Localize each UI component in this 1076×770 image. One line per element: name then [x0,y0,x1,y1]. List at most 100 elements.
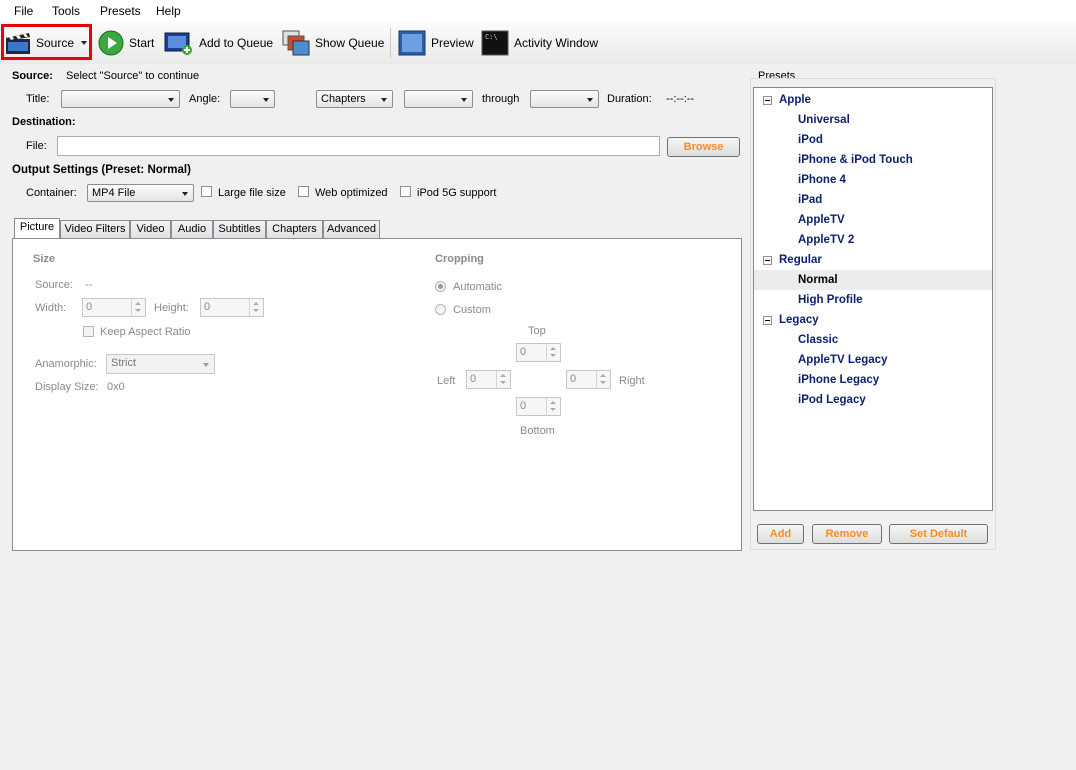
web-optimized-label: Web optimized [315,187,388,199]
crop-automatic-radio[interactable] [435,281,446,292]
chapters-mode-dropdown[interactable]: Chapters [316,90,393,108]
container-dropdown[interactable]: MP4 File [87,184,194,202]
crop-automatic-label: Automatic [453,281,502,293]
large-file-checkbox[interactable] [201,186,212,197]
chapter-start-dropdown[interactable] [404,90,473,108]
crop-custom-radio[interactable] [435,304,446,315]
presets-tree[interactable]: Apple Universal iPod iPhone & iPod Touch… [753,87,993,511]
menu-help[interactable]: Help [156,4,181,18]
preview-button[interactable]: Preview [398,26,474,60]
size-section-title: Size [33,253,56,265]
ipod5g-checkbox[interactable] [400,186,411,197]
crop-custom-label: Custom [453,304,491,316]
title-dropdown[interactable] [61,90,180,108]
svg-text:C:\: C:\ [485,33,498,41]
ipod5g-label: iPod 5G support [417,187,497,199]
large-file-label: Large file size [218,187,286,199]
tab-video-filters[interactable]: Video Filters [60,220,130,238]
source-highlight-frame [1,24,92,60]
size-source-value: -- [85,279,93,291]
crop-bottom-stepper[interactable]: 0 [516,397,561,416]
play-icon [98,30,124,56]
preset-item[interactable]: High Profile [754,290,992,310]
preset-item[interactable]: iPad [754,190,992,210]
crop-left-stepper[interactable]: 0 [466,370,511,389]
anamorphic-dropdown[interactable]: Strict [106,354,215,374]
collapse-icon[interactable] [763,96,772,105]
collapse-icon[interactable] [763,256,772,265]
display-size-value: 0x0 [107,381,125,393]
set-default-button[interactable]: Set Default [889,524,988,544]
crop-top-label: Top [528,325,546,337]
tab-chapters[interactable]: Chapters [266,220,323,238]
angle-label: Angle: [189,93,221,105]
width-stepper[interactable]: 0 [82,298,146,317]
preset-item[interactable]: iPhone & iPod Touch [754,150,992,170]
collapse-icon[interactable] [763,316,772,325]
source-section-label: Source: [12,70,53,82]
preset-item[interactable]: AppleTV [754,210,992,230]
preset-group-legacy[interactable]: Legacy [754,310,992,330]
menu-file[interactable]: File [14,4,33,18]
start-button[interactable]: Start [98,26,154,60]
preset-item[interactable]: Classic [754,330,992,350]
remove-preset-button[interactable]: Remove [812,524,882,544]
cropping-section-title: Cropping [435,253,484,265]
crop-right-label: Right [619,375,645,387]
tab-video[interactable]: Video [130,220,171,238]
show-queue-button[interactable]: Show Queue [282,26,384,60]
menu-presets[interactable]: Presets [100,4,141,18]
anamorphic-label: Anamorphic: [35,358,97,370]
angle-dropdown[interactable] [230,90,275,108]
add-to-queue-button[interactable]: Add to Queue [164,26,273,60]
crop-top-stepper[interactable]: 0 [516,343,561,362]
preset-item[interactable]: iPhone 4 [754,170,992,190]
toolbar-separator [390,28,391,58]
tab-picture[interactable]: Picture [14,218,60,239]
preset-item[interactable]: AppleTV Legacy [754,350,992,370]
keep-aspect-label: Keep Aspect Ratio [100,326,191,338]
preview-window-icon [398,30,426,56]
activity-window-button[interactable]: C:\ Activity Window [481,26,598,60]
crop-right-stepper[interactable]: 0 [566,370,611,389]
height-stepper[interactable]: 0 [200,298,264,317]
menu-bar: File Tools Presets Help [0,0,1076,22]
tab-subtitles[interactable]: Subtitles [213,220,266,238]
terminal-icon: C:\ [481,30,509,56]
add-preset-button[interactable]: Add [757,524,804,544]
file-path-input[interactable] [57,136,660,156]
queue-stack-icon [282,30,310,56]
chapter-end-dropdown[interactable] [530,90,599,108]
preset-item[interactable]: iPod Legacy [754,390,992,410]
chapters-mode-value: Chapters [321,93,366,105]
keep-aspect-checkbox[interactable] [83,326,94,337]
width-label: Width: [35,302,67,314]
menu-tools[interactable]: Tools [52,4,80,18]
duration-value: --:--:-- [666,93,695,105]
tab-audio[interactable]: Audio [171,220,213,238]
preset-item[interactable]: AppleTV 2 [754,230,992,250]
preset-item-selected[interactable]: Normal [754,270,992,290]
preset-group-regular[interactable]: Regular [754,250,992,270]
preset-item[interactable]: iPod [754,130,992,150]
duration-label: Duration: [607,93,652,105]
show-queue-label: Show Queue [315,36,385,50]
preset-item[interactable]: iPhone Legacy [754,370,992,390]
container-label: Container: [26,187,77,199]
container-value: MP4 File [92,187,136,199]
web-optimized-checkbox[interactable] [298,186,309,197]
file-label: File: [26,140,47,152]
tab-advanced[interactable]: Advanced [323,220,380,238]
toolbar: Source Start Add to Queue Show Queue Pre… [0,22,1076,64]
preset-group-apple[interactable]: Apple [754,90,992,110]
through-label: through [482,93,520,105]
title-label: Title: [26,93,50,105]
browse-button[interactable]: Browse [667,137,740,157]
output-settings-label: Output Settings (Preset: Normal) [12,164,191,176]
source-hint: Select "Source" to continue [66,70,200,82]
preset-item[interactable]: Universal [754,110,992,130]
crop-bottom-label: Bottom [520,425,555,437]
preview-label: Preview [431,36,474,50]
display-size-label: Display Size: [35,381,99,393]
start-label: Start [129,36,155,50]
